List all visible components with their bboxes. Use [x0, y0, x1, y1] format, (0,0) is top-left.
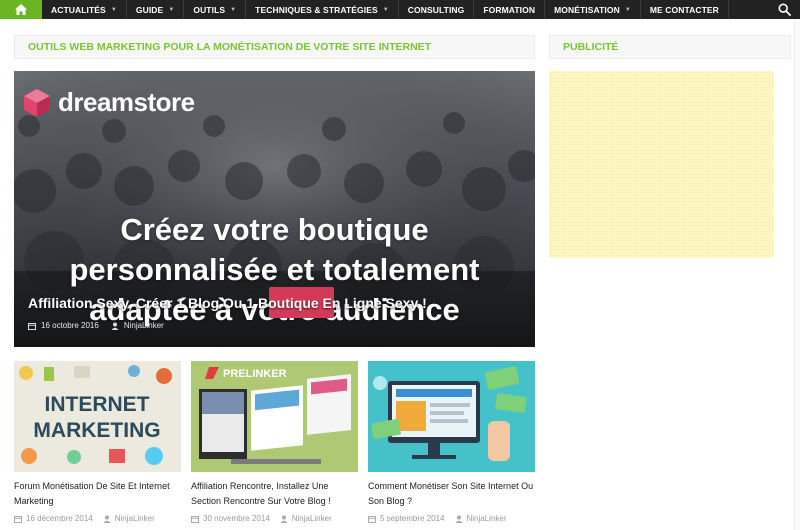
- nav-item-5[interactable]: CONSULTING: [399, 0, 475, 19]
- internet-marketing-image: INTERNET MARKETING: [14, 361, 181, 472]
- post-title[interactable]: Affiliation Rencontre, Installez Une Sec…: [191, 479, 358, 508]
- card-image-text: INTERNET: [45, 393, 150, 416]
- post-thumbnail[interactable]: PRELINKER: [191, 361, 358, 472]
- card-image-text: MARKETING: [33, 419, 160, 442]
- featured-title[interactable]: Affiliation Sexy, Créer 1 Blog Ou 1 Bout…: [28, 295, 427, 311]
- nav-item-label: ACTUALITÉS: [51, 4, 106, 15]
- user-icon: [455, 515, 462, 523]
- nav-item-2[interactable]: GUIDE ▼: [127, 0, 185, 19]
- post-meta: 30 novembre 2014 NinjaLinker: [191, 514, 332, 523]
- nav-item-8[interactable]: ME CONTACTER: [641, 0, 729, 19]
- user-icon: [111, 322, 119, 330]
- post-meta: 16 décembre 2014 NinjaLinker: [14, 514, 155, 523]
- sidebar-section-title: PUBLICITÉ: [563, 41, 619, 53]
- nav-item-label: TECHNIQUES & STRATÉGIES: [255, 4, 378, 15]
- featured-author[interactable]: NinjaLinker: [124, 321, 164, 330]
- post-author[interactable]: NinjaLinker: [292, 514, 332, 523]
- post-author[interactable]: NinjaLinker: [467, 514, 507, 523]
- calendar-icon: [14, 515, 22, 523]
- post-title[interactable]: Comment Monétiser Son Site Internet Ou S…: [368, 479, 535, 508]
- post-author[interactable]: NinjaLinker: [115, 514, 155, 523]
- post-card[interactable]: PRELINKER Affiliation Rencontre, Install…: [191, 361, 358, 523]
- nav-item-label: CONSULTING: [407, 4, 465, 15]
- nav-menu: ACTUALITÉS ▼ GUIDE ▼ OUTILS ▼ TECHNIQUES & STR…: [42, 0, 729, 19]
- calendar-icon: [191, 515, 199, 523]
- main-section-header: OUTILS WEB MARKETING POUR LA MONÉTISATIO…: [14, 35, 535, 59]
- post-thumbnail[interactable]: [368, 361, 535, 472]
- post-card[interactable]: Comment Monétiser Son Site Internet Ou S…: [368, 361, 535, 523]
- user-icon: [280, 515, 288, 523]
- nav-item-1[interactable]: ACTUALITÉS ▼: [42, 0, 127, 19]
- featured-meta: 16 octobre 2016 NinjaLinker: [28, 321, 164, 330]
- nav-item-label: FORMATION: [483, 4, 536, 15]
- nav-item-4[interactable]: TECHNIQUES & STRATÉGIES ▼: [246, 0, 399, 19]
- chevron-down-icon: ▼: [624, 6, 631, 13]
- post-thumbnail[interactable]: INTERNET MARKETING: [14, 361, 181, 472]
- advertisement-slot[interactable]: [549, 71, 773, 258]
- post-date: 30 novembre 2014: [203, 514, 270, 523]
- chevron-down-icon: ▼: [168, 6, 175, 13]
- home-icon: [15, 4, 27, 15]
- calendar-icon: [368, 515, 376, 523]
- brand-name: dreamstore: [58, 87, 195, 117]
- card-image-text: PRELINKER: [223, 368, 287, 380]
- cube-logo-icon: [24, 88, 50, 117]
- main-section-title: OUTILS WEB MARKETING POUR LA MONÉTISATIO…: [28, 41, 432, 53]
- post-title[interactable]: Forum Monétisation De Site Et Internet M…: [14, 479, 181, 508]
- search-icon[interactable]: [778, 3, 791, 16]
- nav-item-label: ME CONTACTER: [649, 4, 719, 15]
- main-navbar: ACTUALITÉS ▼ GUIDE ▼ OUTILS ▼ TECHNIQUES & STR…: [0, 0, 800, 19]
- page-edge: [794, 19, 800, 530]
- nav-item-6[interactable]: FORMATION: [474, 0, 546, 19]
- featured-date: 16 octobre 2016: [41, 321, 99, 330]
- chevron-down-icon: ▼: [230, 6, 237, 13]
- chevron-down-icon: ▼: [382, 6, 389, 13]
- user-icon: [103, 515, 111, 523]
- nav-item-7[interactable]: MONÉTISATION ▼: [545, 0, 641, 19]
- monetize-site-image: [368, 361, 535, 472]
- nav-item-label: OUTILS: [193, 4, 226, 15]
- headline-line: personnalisée et totalement: [69, 252, 480, 287]
- nav-item-label: MONÉTISATION: [554, 4, 620, 15]
- chevron-down-icon: ▼: [110, 6, 117, 13]
- prelinker-image: PRELINKER: [191, 361, 358, 472]
- sidebar-section-header: PUBLICITÉ: [549, 35, 791, 59]
- post-meta: 5 septembre 2014 NinjaLinker: [368, 514, 507, 523]
- dreamstore-brand: dreamstore: [22, 87, 195, 118]
- featured-post[interactable]: dreamstore Créez votre boutique personna…: [14, 71, 535, 347]
- nav-item-label: GUIDE: [135, 4, 164, 15]
- post-card[interactable]: INTERNET MARKETING Forum Monétisation De…: [14, 361, 181, 523]
- nav-item-3[interactable]: OUTILS ▼: [184, 0, 247, 19]
- post-date: 5 septembre 2014: [380, 514, 445, 523]
- headline-line: Créez votre boutique: [120, 212, 429, 247]
- calendar-icon: [28, 322, 36, 330]
- post-date: 16 décembre 2014: [26, 514, 93, 523]
- home-button[interactable]: [0, 0, 42, 19]
